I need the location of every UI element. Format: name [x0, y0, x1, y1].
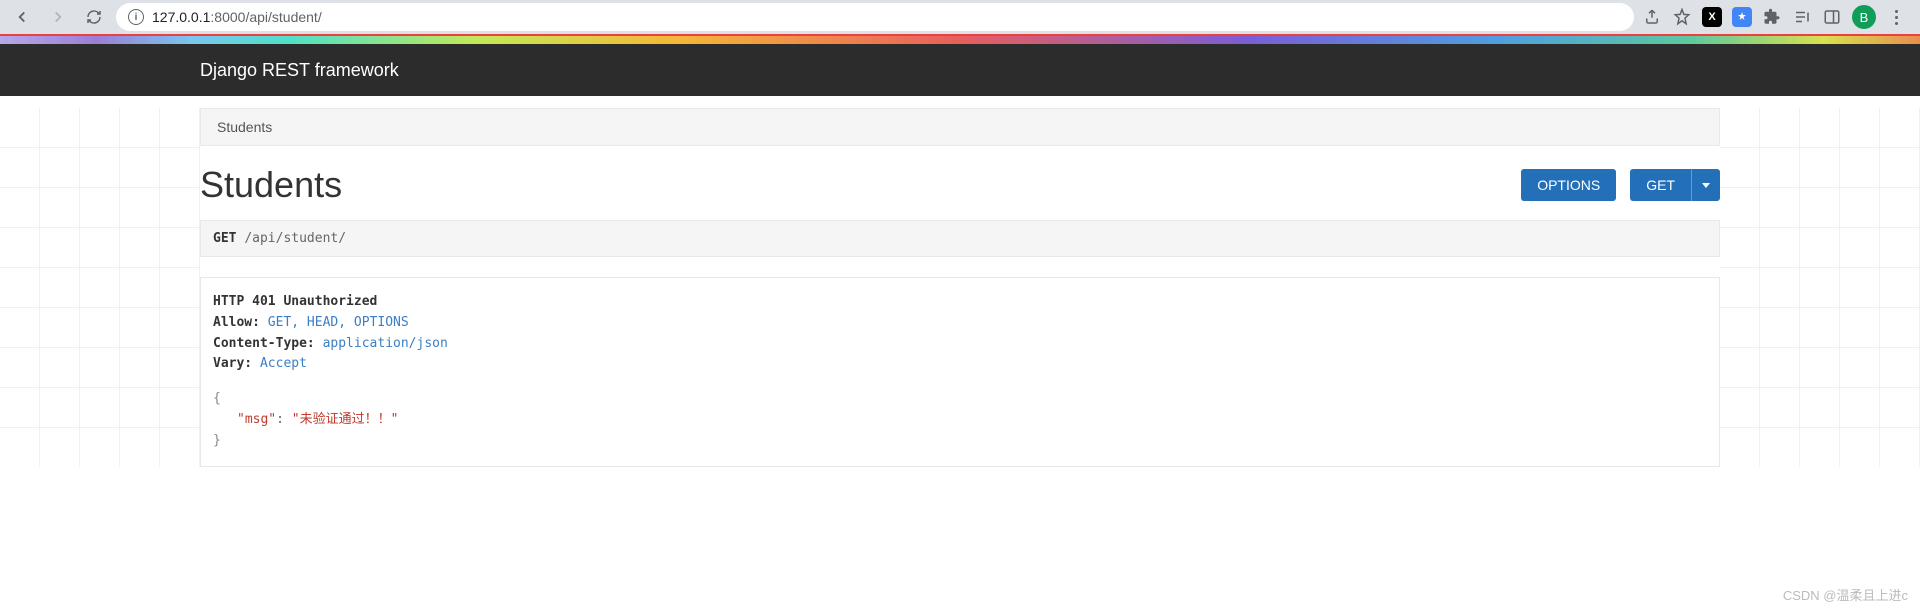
- response-status: HTTP 401 Unauthorized: [213, 292, 1707, 313]
- profile-avatar[interactable]: B: [1852, 5, 1876, 29]
- site-info-icon[interactable]: i: [128, 9, 144, 25]
- chrome-menu-icon[interactable]: [1886, 7, 1906, 27]
- panel-icon[interactable]: [1822, 7, 1842, 27]
- reload-button[interactable]: [80, 3, 108, 31]
- app-title-link[interactable]: Django REST framework: [200, 60, 399, 81]
- breadcrumb: Students: [200, 108, 1720, 146]
- get-button-group: GET: [1630, 169, 1720, 201]
- response-body: HTTP 401 Unauthorized Allow: GET, HEAD, …: [200, 277, 1720, 467]
- caret-down-icon: [1702, 183, 1710, 188]
- request-info: GET /api/student/: [200, 220, 1720, 257]
- json-line: "msg": "未验证通过！！": [213, 410, 1707, 431]
- watermark: CSDN @温柔且上进c: [1783, 585, 1908, 604]
- browser-toolbar: i 127.0.0.1:8000/api/student/ X B: [0, 0, 1920, 36]
- forward-button[interactable]: [44, 3, 72, 31]
- reading-list-icon[interactable]: [1792, 7, 1812, 27]
- breadcrumb-current: Students: [217, 119, 272, 135]
- request-path: /api/student/: [244, 231, 346, 246]
- main-content: Students Students OPTIONS GET GET /api/s…: [0, 108, 1920, 467]
- extension-translate-icon[interactable]: [1732, 7, 1752, 27]
- json-close-brace: }: [213, 431, 1707, 452]
- options-button[interactable]: OPTIONS: [1521, 169, 1616, 201]
- back-button[interactable]: [8, 3, 36, 31]
- get-dropdown-button[interactable]: [1691, 169, 1720, 201]
- chrome-actions: X B: [1642, 5, 1912, 29]
- page-title: Students: [200, 164, 342, 206]
- response-header-row: Content-Type: application/json: [213, 334, 1707, 355]
- decorative-strip: [0, 36, 1920, 44]
- extension-x-icon[interactable]: X: [1702, 7, 1722, 27]
- extensions-puzzle-icon[interactable]: [1762, 7, 1782, 27]
- request-method: GET: [213, 231, 236, 246]
- action-buttons: OPTIONS GET: [1521, 169, 1720, 201]
- address-bar[interactable]: i 127.0.0.1:8000/api/student/: [116, 3, 1634, 31]
- bookmark-star-icon[interactable]: [1672, 7, 1692, 27]
- response-header-row: Allow: GET, HEAD, OPTIONS: [213, 313, 1707, 334]
- get-button[interactable]: GET: [1630, 169, 1691, 201]
- app-header: Django REST framework: [0, 44, 1920, 96]
- share-icon[interactable]: [1642, 7, 1662, 27]
- url-text: 127.0.0.1:8000/api/student/: [152, 9, 322, 25]
- json-open-brace: {: [213, 389, 1707, 410]
- response-header-row: Vary: Accept: [213, 354, 1707, 375]
- page-header: Students OPTIONS GET: [200, 146, 1720, 220]
